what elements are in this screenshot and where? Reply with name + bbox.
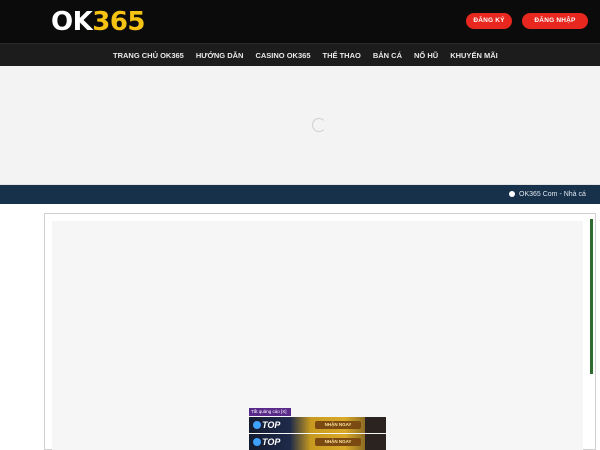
ad-brand: TOP — [253, 419, 280, 431]
register-button[interactable]: ĐĂNG KÝ — [466, 13, 512, 29]
news-ticker: OK365 Com - Nhà cá — [0, 185, 600, 204]
ad-banner[interactable]: TOP NHẬN NGAY — [249, 417, 386, 433]
logo-text-ok: OK — [51, 7, 93, 37]
nav-item-sports[interactable]: THỂ THAO — [323, 51, 361, 60]
login-button[interactable]: ĐĂNG NHẬP — [522, 13, 588, 29]
logo-text-365: 365 — [92, 7, 146, 37]
scrollbar-indicator[interactable] — [590, 219, 593, 374]
ad-brand-label: TOP — [262, 437, 281, 447]
nav-items: TRANG CHỦ OK365 HƯỚNG DẪN CASINO OK365 T… — [113, 44, 510, 67]
page: OK365 ĐĂNG KÝ ĐĂNG NHẬP TRANG CHỦ OK365 … — [0, 0, 600, 450]
ticker-dot-icon — [509, 191, 515, 197]
loading-spinner-icon — [312, 118, 326, 132]
nav-item-guide[interactable]: HƯỚNG DẪN — [196, 51, 244, 60]
content-frame — [44, 213, 596, 450]
main-nav: TRANG CHỦ OK365 HƯỚNG DẪN CASINO OK365 T… — [0, 43, 600, 66]
brand-badge-icon — [253, 438, 261, 446]
nav-item-home[interactable]: TRANG CHỦ OK365 — [113, 51, 184, 60]
nav-item-slots[interactable]: NỔ HŨ — [414, 51, 438, 60]
ad-cta-button[interactable]: NHẬN NGAY — [315, 421, 361, 429]
ok365-logo[interactable]: OK365 — [51, 6, 146, 38]
banner-placeholder — [0, 66, 600, 185]
ad-banner[interactable]: TOP NHẬN NGAY — [249, 434, 386, 450]
brand-badge-icon — [253, 421, 261, 429]
ad-character-image — [365, 434, 386, 450]
content-area — [52, 221, 583, 450]
ticker-text[interactable]: OK365 Com - Nhà cá — [519, 185, 600, 204]
ad-character-image — [365, 417, 386, 433]
ad-brand: TOP — [253, 436, 280, 448]
nav-item-fishing[interactable]: BẮN CÁ — [373, 51, 402, 60]
nav-item-promotions[interactable]: KHUYẾN MÃI — [450, 51, 498, 60]
nav-item-casino[interactable]: CASINO OK365 — [255, 51, 310, 60]
close-ad-button[interactable]: Tắt quảng cáo [X] — [249, 408, 291, 416]
site-header: OK365 ĐĂNG KÝ ĐĂNG NHẬP — [0, 0, 600, 43]
ad-cta-button[interactable]: NHẬN NGAY — [315, 438, 361, 446]
ad-brand-label: TOP — [262, 420, 281, 430]
